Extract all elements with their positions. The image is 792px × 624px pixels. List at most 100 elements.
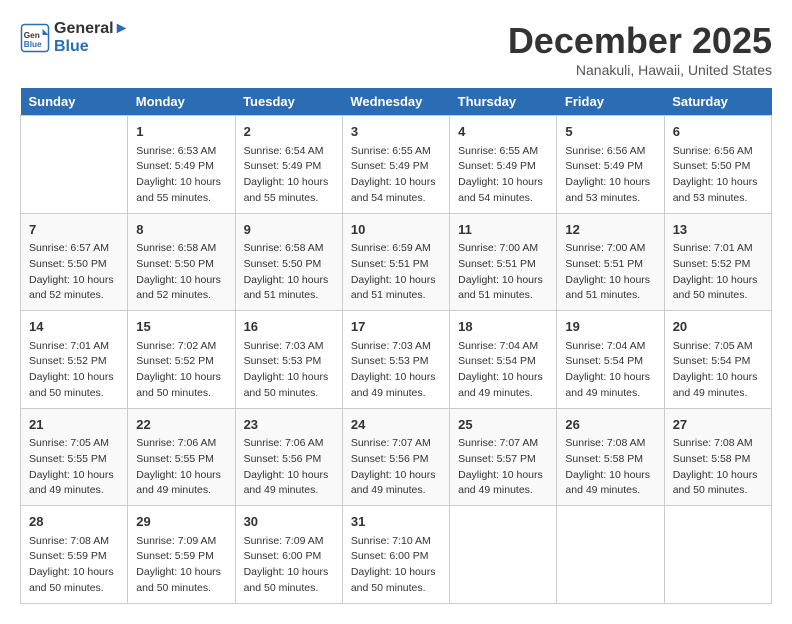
day-info: Sunrise: 7:08 AM Sunset: 5:58 PM Dayligh…	[673, 436, 763, 499]
day-cell: 17 Sunrise: 7:03 AM Sunset: 5:53 PM Dayl…	[342, 311, 449, 409]
day-info: Sunrise: 7:03 AM Sunset: 5:53 PM Dayligh…	[244, 339, 334, 402]
month-title: December 2025	[508, 20, 772, 62]
day-number: 20	[673, 317, 763, 337]
weekday-header-sunday: Sunday	[21, 88, 128, 116]
logo: Gen Blue General► Blue	[20, 20, 129, 56]
day-cell: 19 Sunrise: 7:04 AM Sunset: 5:54 PM Dayl…	[557, 311, 664, 409]
day-cell	[21, 116, 128, 214]
day-info: Sunrise: 7:06 AM Sunset: 5:55 PM Dayligh…	[136, 436, 226, 499]
day-info: Sunrise: 6:56 AM Sunset: 5:49 PM Dayligh…	[565, 144, 655, 207]
day-number: 17	[351, 317, 441, 337]
day-number: 9	[244, 220, 334, 240]
day-info: Sunrise: 7:09 AM Sunset: 6:00 PM Dayligh…	[244, 534, 334, 597]
weekday-header-wednesday: Wednesday	[342, 88, 449, 116]
weekday-header-friday: Friday	[557, 88, 664, 116]
day-info: Sunrise: 7:00 AM Sunset: 5:51 PM Dayligh…	[458, 241, 548, 304]
location-subtitle: Nanakuli, Hawaii, United States	[508, 62, 772, 78]
day-cell: 25 Sunrise: 7:07 AM Sunset: 5:57 PM Dayl…	[450, 408, 557, 506]
day-number: 25	[458, 415, 548, 435]
day-cell: 6 Sunrise: 6:56 AM Sunset: 5:50 PM Dayli…	[664, 116, 771, 214]
day-info: Sunrise: 6:55 AM Sunset: 5:49 PM Dayligh…	[458, 144, 548, 207]
day-number: 3	[351, 122, 441, 142]
day-number: 30	[244, 512, 334, 532]
day-cell: 27 Sunrise: 7:08 AM Sunset: 5:58 PM Dayl…	[664, 408, 771, 506]
day-info: Sunrise: 6:58 AM Sunset: 5:50 PM Dayligh…	[136, 241, 226, 304]
day-number: 7	[29, 220, 119, 240]
day-info: Sunrise: 7:05 AM Sunset: 5:54 PM Dayligh…	[673, 339, 763, 402]
day-number: 16	[244, 317, 334, 337]
day-cell: 1 Sunrise: 6:53 AM Sunset: 5:49 PM Dayli…	[128, 116, 235, 214]
day-info: Sunrise: 7:09 AM Sunset: 5:59 PM Dayligh…	[136, 534, 226, 597]
day-info: Sunrise: 7:08 AM Sunset: 5:59 PM Dayligh…	[29, 534, 119, 597]
day-number: 31	[351, 512, 441, 532]
day-number: 10	[351, 220, 441, 240]
day-info: Sunrise: 7:01 AM Sunset: 5:52 PM Dayligh…	[29, 339, 119, 402]
day-number: 1	[136, 122, 226, 142]
day-cell: 11 Sunrise: 7:00 AM Sunset: 5:51 PM Dayl…	[450, 213, 557, 311]
day-cell: 13 Sunrise: 7:01 AM Sunset: 5:52 PM Dayl…	[664, 213, 771, 311]
day-cell	[664, 506, 771, 604]
day-cell: 14 Sunrise: 7:01 AM Sunset: 5:52 PM Dayl…	[21, 311, 128, 409]
page-header: Gen Blue General► Blue December 2025 Nan…	[20, 20, 772, 78]
day-cell: 10 Sunrise: 6:59 AM Sunset: 5:51 PM Dayl…	[342, 213, 449, 311]
weekday-header-monday: Monday	[128, 88, 235, 116]
calendar-table: SundayMondayTuesdayWednesdayThursdayFrid…	[20, 88, 772, 604]
day-number: 5	[565, 122, 655, 142]
day-number: 18	[458, 317, 548, 337]
day-cell: 7 Sunrise: 6:57 AM Sunset: 5:50 PM Dayli…	[21, 213, 128, 311]
day-cell: 18 Sunrise: 7:04 AM Sunset: 5:54 PM Dayl…	[450, 311, 557, 409]
day-number: 19	[565, 317, 655, 337]
day-cell: 23 Sunrise: 7:06 AM Sunset: 5:56 PM Dayl…	[235, 408, 342, 506]
day-number: 28	[29, 512, 119, 532]
day-info: Sunrise: 7:10 AM Sunset: 6:00 PM Dayligh…	[351, 534, 441, 597]
svg-text:Blue: Blue	[24, 40, 42, 49]
title-block: December 2025 Nanakuli, Hawaii, United S…	[508, 20, 772, 78]
day-number: 12	[565, 220, 655, 240]
day-info: Sunrise: 6:58 AM Sunset: 5:50 PM Dayligh…	[244, 241, 334, 304]
week-row-2: 7 Sunrise: 6:57 AM Sunset: 5:50 PM Dayli…	[21, 213, 772, 311]
day-cell: 8 Sunrise: 6:58 AM Sunset: 5:50 PM Dayli…	[128, 213, 235, 311]
day-info: Sunrise: 6:53 AM Sunset: 5:49 PM Dayligh…	[136, 144, 226, 207]
day-cell	[557, 506, 664, 604]
day-cell: 9 Sunrise: 6:58 AM Sunset: 5:50 PM Dayli…	[235, 213, 342, 311]
week-row-5: 28 Sunrise: 7:08 AM Sunset: 5:59 PM Dayl…	[21, 506, 772, 604]
day-info: Sunrise: 7:05 AM Sunset: 5:55 PM Dayligh…	[29, 436, 119, 499]
day-info: Sunrise: 6:57 AM Sunset: 5:50 PM Dayligh…	[29, 241, 119, 304]
week-row-4: 21 Sunrise: 7:05 AM Sunset: 5:55 PM Dayl…	[21, 408, 772, 506]
day-info: Sunrise: 7:07 AM Sunset: 5:56 PM Dayligh…	[351, 436, 441, 499]
day-number: 24	[351, 415, 441, 435]
week-row-1: 1 Sunrise: 6:53 AM Sunset: 5:49 PM Dayli…	[21, 116, 772, 214]
day-number: 11	[458, 220, 548, 240]
day-cell: 2 Sunrise: 6:54 AM Sunset: 5:49 PM Dayli…	[235, 116, 342, 214]
week-row-3: 14 Sunrise: 7:01 AM Sunset: 5:52 PM Dayl…	[21, 311, 772, 409]
day-cell: 20 Sunrise: 7:05 AM Sunset: 5:54 PM Dayl…	[664, 311, 771, 409]
day-cell: 4 Sunrise: 6:55 AM Sunset: 5:49 PM Dayli…	[450, 116, 557, 214]
day-info: Sunrise: 7:04 AM Sunset: 5:54 PM Dayligh…	[565, 339, 655, 402]
day-number: 29	[136, 512, 226, 532]
day-info: Sunrise: 7:07 AM Sunset: 5:57 PM Dayligh…	[458, 436, 548, 499]
day-number: 4	[458, 122, 548, 142]
weekday-header-thursday: Thursday	[450, 88, 557, 116]
day-info: Sunrise: 7:03 AM Sunset: 5:53 PM Dayligh…	[351, 339, 441, 402]
day-cell: 31 Sunrise: 7:10 AM Sunset: 6:00 PM Dayl…	[342, 506, 449, 604]
day-number: 13	[673, 220, 763, 240]
day-number: 6	[673, 122, 763, 142]
day-cell: 15 Sunrise: 7:02 AM Sunset: 5:52 PM Dayl…	[128, 311, 235, 409]
day-info: Sunrise: 6:59 AM Sunset: 5:51 PM Dayligh…	[351, 241, 441, 304]
day-number: 26	[565, 415, 655, 435]
weekday-header-row: SundayMondayTuesdayWednesdayThursdayFrid…	[21, 88, 772, 116]
day-number: 23	[244, 415, 334, 435]
day-cell: 24 Sunrise: 7:07 AM Sunset: 5:56 PM Dayl…	[342, 408, 449, 506]
day-info: Sunrise: 6:54 AM Sunset: 5:49 PM Dayligh…	[244, 144, 334, 207]
day-cell: 30 Sunrise: 7:09 AM Sunset: 6:00 PM Dayl…	[235, 506, 342, 604]
day-cell: 16 Sunrise: 7:03 AM Sunset: 5:53 PM Dayl…	[235, 311, 342, 409]
weekday-header-tuesday: Tuesday	[235, 88, 342, 116]
logo-icon: Gen Blue	[20, 23, 50, 53]
day-cell: 26 Sunrise: 7:08 AM Sunset: 5:58 PM Dayl…	[557, 408, 664, 506]
day-info: Sunrise: 7:04 AM Sunset: 5:54 PM Dayligh…	[458, 339, 548, 402]
day-cell: 5 Sunrise: 6:56 AM Sunset: 5:49 PM Dayli…	[557, 116, 664, 214]
day-info: Sunrise: 7:00 AM Sunset: 5:51 PM Dayligh…	[565, 241, 655, 304]
day-cell: 12 Sunrise: 7:00 AM Sunset: 5:51 PM Dayl…	[557, 213, 664, 311]
day-number: 2	[244, 122, 334, 142]
day-cell	[450, 506, 557, 604]
